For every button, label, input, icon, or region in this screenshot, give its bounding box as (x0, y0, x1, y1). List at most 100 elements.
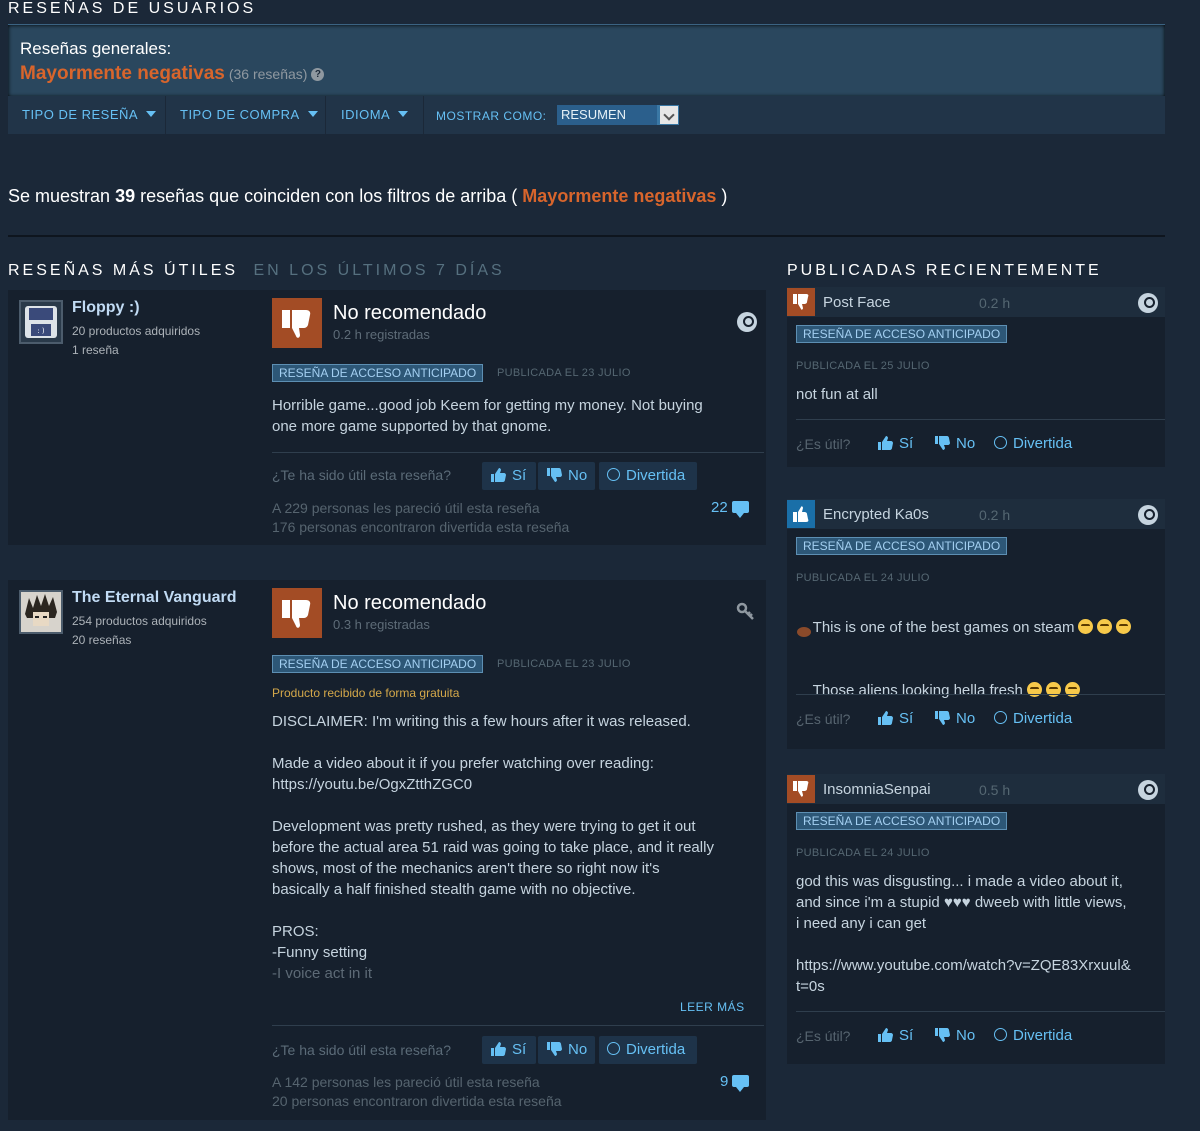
review-text-line: This is one of the best games on steam (812, 619, 1075, 636)
smile-icon (994, 1028, 1007, 1041)
funny-count: 176 personas encontraron divertida esta … (272, 519, 570, 535)
recent-review-card: Post Face 0.2 h RESEÑA DE ACCESO ANTICIP… (787, 287, 1165, 467)
recent-reviewer-name[interactable]: Encrypted Ka0s (823, 506, 929, 523)
chevron-down-icon (398, 111, 409, 117)
vote-no-label: No (956, 1027, 976, 1044)
flushed-emoji-icon (1097, 619, 1113, 634)
vote-no-button[interactable]: No (934, 435, 975, 452)
comment-bubble-icon (732, 1075, 750, 1092)
vote-yes-label: Sí (512, 1041, 527, 1058)
divider (272, 452, 764, 453)
reviewer-products[interactable]: 254 productos adquiridos (72, 612, 207, 631)
overall-rating[interactable]: Mayormente negativas (36 reseñas)? (20, 63, 325, 85)
review-text: DISCLAIMER: I'm writing this a few hours… (272, 713, 714, 961)
reviewer-name[interactable]: The Eternal Vanguard (72, 589, 236, 607)
show-as-value: RESUMEN (557, 105, 657, 125)
smile-icon (607, 1042, 620, 1055)
vote-yes-label: Sí (899, 435, 914, 452)
early-access-tag: RESEÑA DE ACCESO ANTICIPADO (796, 812, 1008, 830)
comment-count-link[interactable]: 22 (711, 499, 749, 518)
egg-emoji-icon (797, 624, 811, 642)
show-as-select[interactable]: RESUMEN (557, 105, 679, 125)
thumbs-down-icon (547, 1042, 562, 1056)
vote-funny-label: Divertida (626, 1041, 686, 1058)
vote-funny-button[interactable]: Divertida (994, 1027, 1072, 1044)
divider (796, 1011, 1165, 1012)
vote-no-label: No (568, 1041, 588, 1058)
early-access-tag: RESEÑA DE ACCESO ANTICIPADO (796, 325, 1008, 343)
recent-reviews-title: PUBLICADAS RECIENTEMENTE (787, 262, 1102, 279)
review-hours: 0.3 h registradas (333, 617, 430, 632)
early-access-tag: RESEÑA DE ACCESO ANTICIPADO (272, 655, 484, 673)
filter-review-type[interactable]: TIPO DE RESEÑA (8, 96, 166, 134)
vote-funny-label: Divertida (1013, 710, 1073, 727)
filter-language[interactable]: IDIOMA (326, 96, 424, 134)
vote-funny-button[interactable]: Divertida (994, 435, 1072, 452)
smile-icon (607, 468, 620, 481)
vote-funny-button[interactable]: Divertida (994, 710, 1072, 727)
filter-language-label: IDIOMA (341, 107, 391, 122)
smile-icon (994, 436, 1007, 449)
vote-yes-button[interactable]: Sí (877, 1027, 913, 1044)
chevron-down-icon (146, 111, 157, 117)
vote-funny-label: Divertida (1013, 435, 1073, 452)
vote-no-label: No (956, 435, 976, 452)
help-icon[interactable]: ? (311, 68, 325, 81)
vote-yes-label: Sí (512, 467, 527, 484)
avatar[interactable] (19, 590, 63, 634)
flushed-emoji-icon (1078, 619, 1094, 634)
vote-no-label: No (568, 467, 588, 484)
comment-bubble-icon (731, 501, 749, 518)
comment-count-link[interactable]: 9 (720, 1073, 750, 1092)
user-reviews-title: RESEÑAS DE USUARIOS (8, 0, 257, 17)
funny-count: 20 personas encontraron divertida esta r… (272, 1093, 562, 1109)
recent-review-card: Encrypted Ka0s 0.2 h RESEÑA DE ACCESO AN… (787, 499, 1165, 749)
reviewer-reviews[interactable]: 20 reseñas (72, 631, 207, 650)
review-text: god this was disgusting... i made a vide… (796, 873, 1131, 995)
recent-reviewer-name[interactable]: Post Face (823, 294, 891, 311)
reviewer-name[interactable]: Floppy :) (72, 299, 140, 317)
posted-date: PUBLICADA EL 23 JULIO (497, 658, 631, 670)
helpful-count: A 229 personas les pareció útil esta res… (272, 500, 540, 516)
vote-info: A 229 personas les pareció útil esta res… (272, 499, 569, 537)
vote-yes-button[interactable]: Sí (482, 1036, 536, 1064)
filter-purchase-type[interactable]: TIPO DE COMPRA (166, 96, 326, 134)
reviewer-products[interactable]: 20 productos adquiridos (72, 322, 200, 341)
filter-review-type-label: TIPO DE RESEÑA (22, 107, 139, 122)
helpful-question: ¿Te ha sido útil esta reseña? (272, 467, 451, 483)
avatar[interactable]: : ) (19, 300, 63, 344)
read-more-link[interactable]: LEER MÁS (680, 1000, 745, 1014)
helpful-question: ¿Te ha sido útil esta reseña? (272, 1042, 451, 1058)
results-rating[interactable]: Mayormente negativas (522, 186, 716, 206)
thumbs-up-icon (878, 1028, 893, 1042)
smile-icon (994, 711, 1007, 724)
helpful-reviews-title: RESEÑAS MÁS ÚTILES EN LOS ÚLTIMOS 7 DÍAS (8, 262, 505, 280)
thumbs-down-icon (787, 288, 815, 316)
vote-yes-button[interactable]: Sí (877, 435, 913, 452)
vote-no-button[interactable]: No (538, 1036, 595, 1064)
thumbs-up-icon (491, 468, 506, 482)
review-count: (36 reseñas) (228, 66, 308, 82)
steam-icon (1138, 293, 1158, 313)
vote-no-button[interactable]: No (934, 710, 975, 727)
vote-funny-button[interactable]: Divertida (599, 462, 697, 490)
comment-count: 22 (711, 499, 728, 516)
flushed-emoji-icon (1116, 619, 1132, 634)
show-as-label: MOSTRAR COMO: (436, 109, 547, 123)
vote-yes-button[interactable]: Sí (877, 710, 913, 727)
vote-info: A 142 personas les pareció útil esta res… (272, 1073, 562, 1111)
vote-no-button[interactable]: No (538, 462, 595, 490)
thumbs-down-icon (547, 468, 562, 482)
review-summary-box: Reseñas generales: Mayormente negativas(… (8, 24, 1165, 97)
overall-rating-text: Mayormente negativas (20, 63, 225, 84)
vote-funny-button[interactable]: Divertida (599, 1036, 697, 1064)
vote-yes-button[interactable]: Sí (482, 462, 536, 490)
review-card: The Eternal Vanguard 254 productos adqui… (8, 580, 766, 1120)
divider (272, 1025, 764, 1026)
overall-reviews-label: Reseñas generales: (20, 39, 172, 58)
recent-reviewer-name[interactable]: InsomniaSenpai (823, 781, 931, 798)
posted-date: PUBLICADA EL 24 JULIO (796, 572, 930, 584)
vote-no-button[interactable]: No (934, 1027, 975, 1044)
reviewer-reviews[interactable]: 1 reseña (72, 341, 200, 360)
vote-no-label: No (956, 710, 976, 727)
